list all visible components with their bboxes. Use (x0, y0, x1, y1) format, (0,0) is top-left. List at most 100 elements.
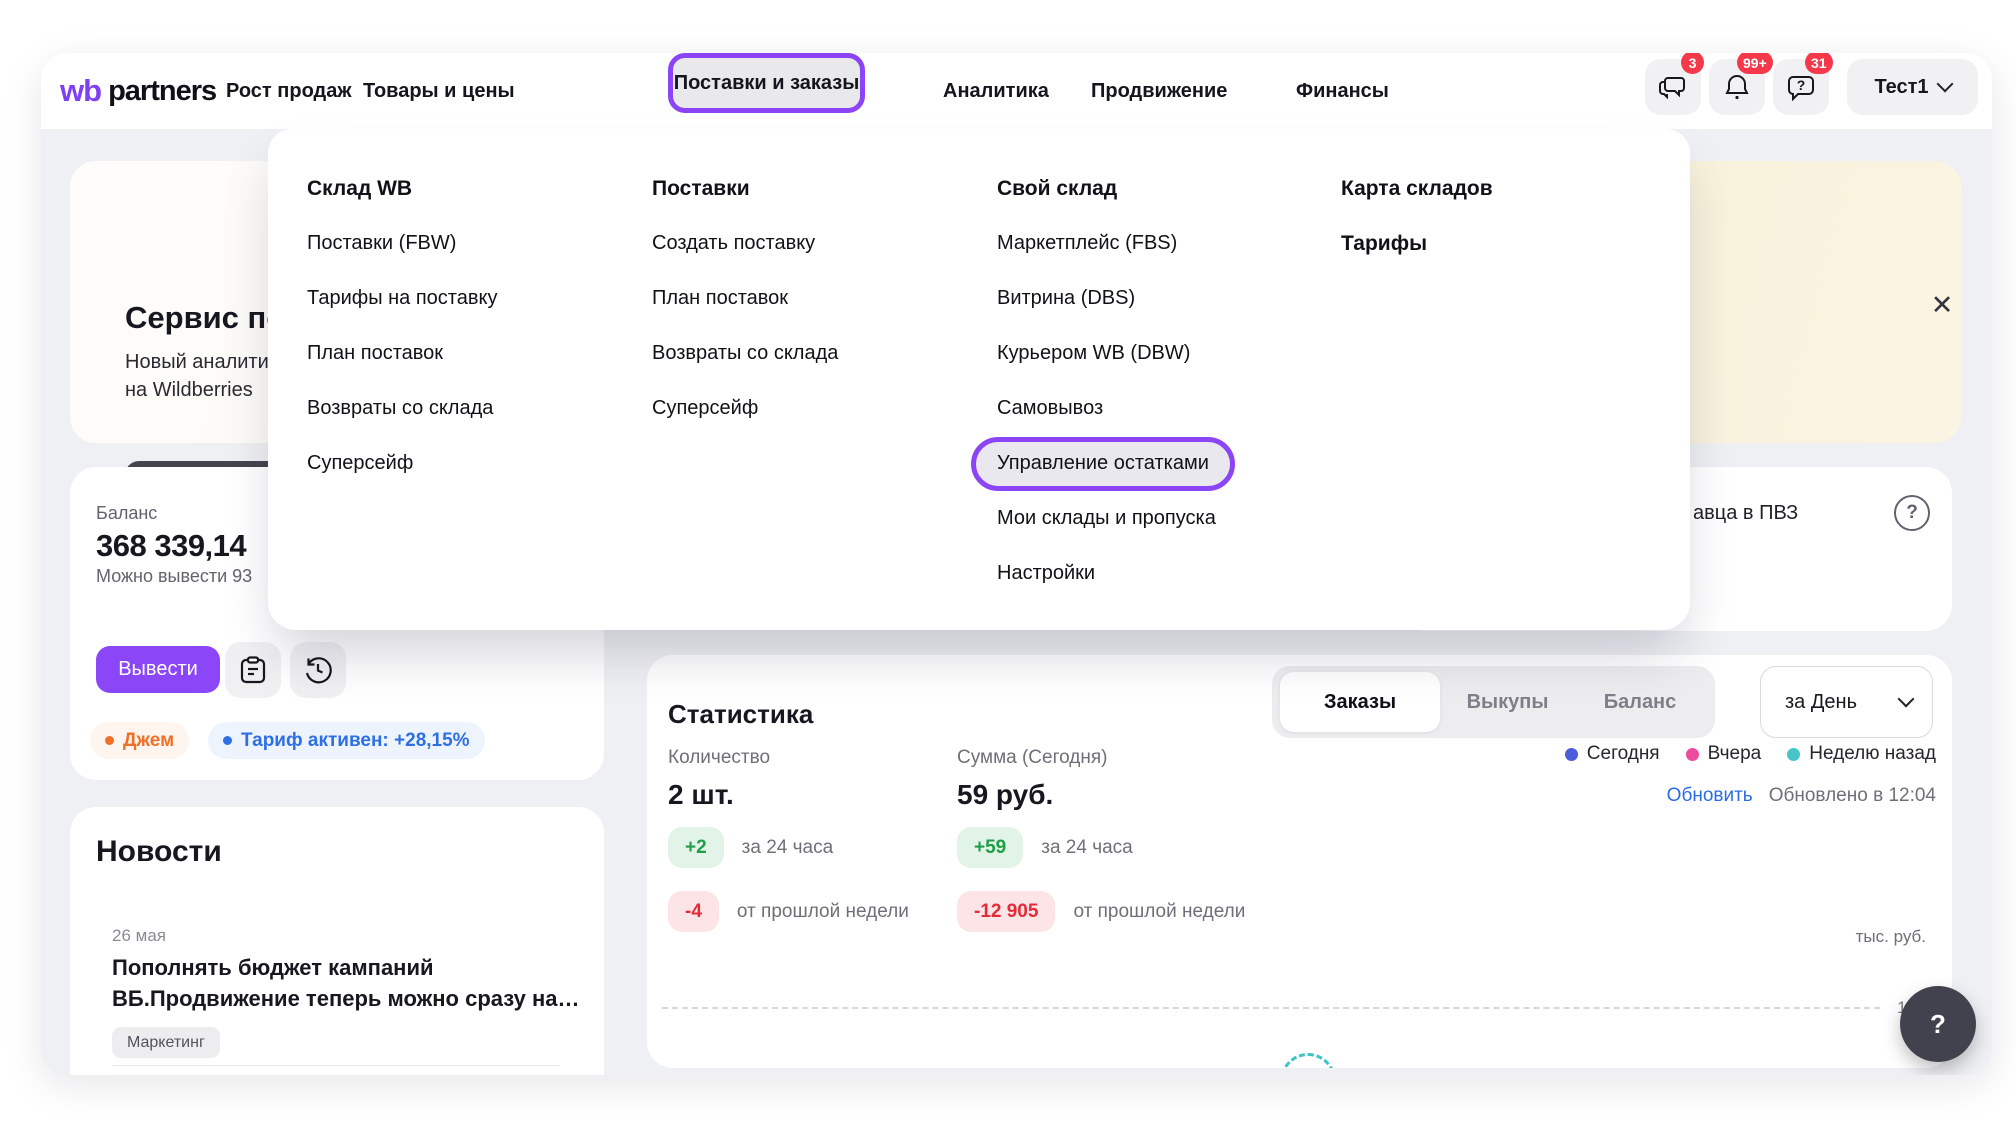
messages-button[interactable]: 3 (1645, 59, 1701, 115)
menu-item-stock-management[interactable]: Управление остатками (997, 436, 1235, 491)
menu-item[interactable]: Маркетплейс (FBS) (997, 216, 1235, 271)
period-select[interactable]: за День (1760, 666, 1933, 738)
tab-buyouts[interactable]: Выкупы (1440, 691, 1575, 714)
support-button[interactable]: ? 31 (1773, 59, 1829, 115)
jam-badge-label: Джем (123, 730, 174, 752)
chevron-down-icon (1936, 76, 1953, 93)
close-icon[interactable]: ✕ (1923, 286, 1961, 324)
nav-item-analytics[interactable]: Аналитика (943, 53, 1049, 129)
help-circle-icon[interactable]: ? (1894, 495, 1930, 531)
menu-item[interactable]: План поставок (652, 271, 838, 326)
menu-header-sklad-wb[interactable]: Склад WB (307, 161, 497, 216)
account-menu[interactable]: Тест1 (1847, 59, 1978, 115)
question-glyph: ? (1787, 75, 1815, 95)
account-name: Тест1 (1874, 76, 1928, 99)
help-fab-button[interactable]: ? (1900, 986, 1976, 1062)
news-tag: Маркетинг (112, 1027, 220, 1058)
documents-button[interactable] (225, 642, 281, 698)
question-bubble-icon: ? (1787, 74, 1815, 101)
news-date: 26 мая (112, 926, 166, 946)
banner-title: Сервис по (125, 300, 285, 336)
menu-column-warehouse-map: Карта складов Тарифы (1341, 161, 1493, 271)
menu-column-wb-warehouse: Склад WB Поставки (FBW) Тарифы на постав… (307, 161, 497, 491)
history-clock-icon (304, 656, 332, 684)
menu-column-own-warehouse: Свой склад Маркетплейс (FBS) Витрина (DB… (997, 161, 1235, 601)
tab-orders[interactable]: Заказы (1280, 672, 1440, 732)
nav-item-goods-prices[interactable]: Товары и цены (363, 53, 515, 129)
logo-partners: partners (108, 75, 216, 108)
support-badge: 31 (1805, 53, 1833, 74)
news-divider (112, 1065, 560, 1066)
clipboard-icon (240, 656, 266, 684)
withdraw-button[interactable]: Вывести (96, 646, 220, 693)
tab-balance[interactable]: Баланс (1575, 691, 1705, 714)
refresh-row: Обновить Обновлено в 12:04 (1667, 785, 1936, 807)
menu-item[interactable]: Мои склады и пропуска (997, 491, 1235, 546)
news-headline-line2[interactable]: ВБ.Продвижение теперь можно сразу на… (112, 986, 580, 1012)
nav-item-promotion[interactable]: Продвижение (1091, 53, 1227, 129)
news-headline-line1[interactable]: Пополнять бюджет кампаний (112, 955, 434, 981)
menu-item[interactable]: Поставки (FBW) (307, 216, 497, 271)
nav-item-sales-growth[interactable]: Рост продаж (226, 53, 352, 129)
menu-item[interactable]: План поставок (307, 326, 497, 381)
delta-label: за 24 часа (742, 837, 834, 859)
history-button[interactable] (290, 642, 346, 698)
period-value: за День (1785, 691, 1857, 714)
sum-week-delta: -12 905 от прошлой недели (957, 891, 1245, 932)
banner-subtitle-line1: Новый аналити (125, 351, 269, 374)
tariff-badge-label: Тариф активен: +28,15% (241, 730, 470, 752)
app-window: Сервис по Новый аналити на Wildberries П… (41, 53, 1992, 1075)
nav-item-finances[interactable]: Финансы (1296, 53, 1389, 129)
menu-item[interactable]: Самовывоз (997, 381, 1235, 436)
news-title: Новости (96, 835, 222, 869)
delta-label: за 24 часа (1041, 837, 1133, 859)
nav-item-supplies-orders-active[interactable]: Поставки и заказы (668, 53, 865, 113)
axis-unit: тыс. руб. (1856, 927, 1926, 947)
menu-item[interactable]: Возвраты со склада (307, 381, 497, 436)
menu-header-karta-skladov[interactable]: Карта складов (1341, 161, 1493, 216)
delta-label: от прошлой недели (1073, 901, 1245, 923)
metric-sum-label: Сумма (Сегодня) (957, 747, 1107, 769)
legend-dot-yesterday-icon (1686, 748, 1699, 761)
legend-label: Вчера (1708, 743, 1762, 765)
menu-header-postavki[interactable]: Поставки (652, 161, 838, 216)
sum-day-delta: +59 за 24 часа (957, 827, 1133, 868)
menu-item[interactable]: Суперсейф (652, 381, 838, 436)
statistics-title: Статистика (668, 699, 813, 730)
delta-pill: -12 905 (957, 891, 1055, 932)
orange-dot-icon (105, 736, 114, 745)
delta-label: от прошлой недели (737, 901, 909, 923)
notifications-badge: 99+ (1737, 53, 1773, 74)
chart-teal-arc (1280, 1053, 1336, 1068)
chart-legend: Сегодня Вчера Неделю назад (1565, 743, 1936, 765)
delta-pill: +59 (957, 827, 1023, 868)
jam-badge[interactable]: Джем (90, 722, 189, 759)
menu-item[interactable]: Курьером WB (DBW) (997, 326, 1235, 381)
messages-badge: 3 (1681, 53, 1704, 74)
menu-header-svoy-sklad[interactable]: Свой склад (997, 161, 1235, 216)
notifications-button[interactable]: 99+ (1709, 59, 1765, 115)
menu-item[interactable]: Суперсейф (307, 436, 497, 491)
menu-item[interactable]: Витрина (DBS) (997, 271, 1235, 326)
menu-item[interactable]: Тарифы на поставку (307, 271, 497, 326)
refresh-link[interactable]: Обновить (1667, 785, 1753, 807)
wb-partners-logo[interactable]: wb partners (60, 53, 216, 129)
chevron-down-icon (1898, 691, 1915, 708)
menu-column-supplies: Поставки Создать поставку План поставок … (652, 161, 838, 436)
tariff-badge[interactable]: Тариф активен: +28,15% (208, 722, 485, 759)
logo-wb: wb (60, 73, 101, 109)
top-navigation: wb partners Рост продаж Товары и цены По… (41, 53, 1992, 129)
menu-item[interactable]: Настройки (997, 546, 1235, 601)
menu-item[interactable]: Создать поставку (652, 216, 838, 271)
menu-item[interactable]: Возвраты со склада (652, 326, 838, 381)
balance-label: Баланс (96, 503, 157, 524)
balance-withdrawable: Можно вывести 93 (96, 566, 252, 587)
menu-item[interactable]: Тарифы (1341, 216, 1493, 271)
legend-week-ago: Неделю назад (1787, 743, 1936, 765)
legend-yesterday: Вчера (1686, 743, 1762, 765)
legend-dot-week-icon (1787, 748, 1800, 761)
metric-sum-value: 59 руб. (957, 779, 1053, 811)
news-card: Новости 26 мая Пополнять бюджет кампаний… (70, 807, 604, 1075)
metric-quantity-label: Количество (668, 747, 770, 769)
highlighted-menu-item[interactable]: Управление остатками (971, 437, 1235, 491)
